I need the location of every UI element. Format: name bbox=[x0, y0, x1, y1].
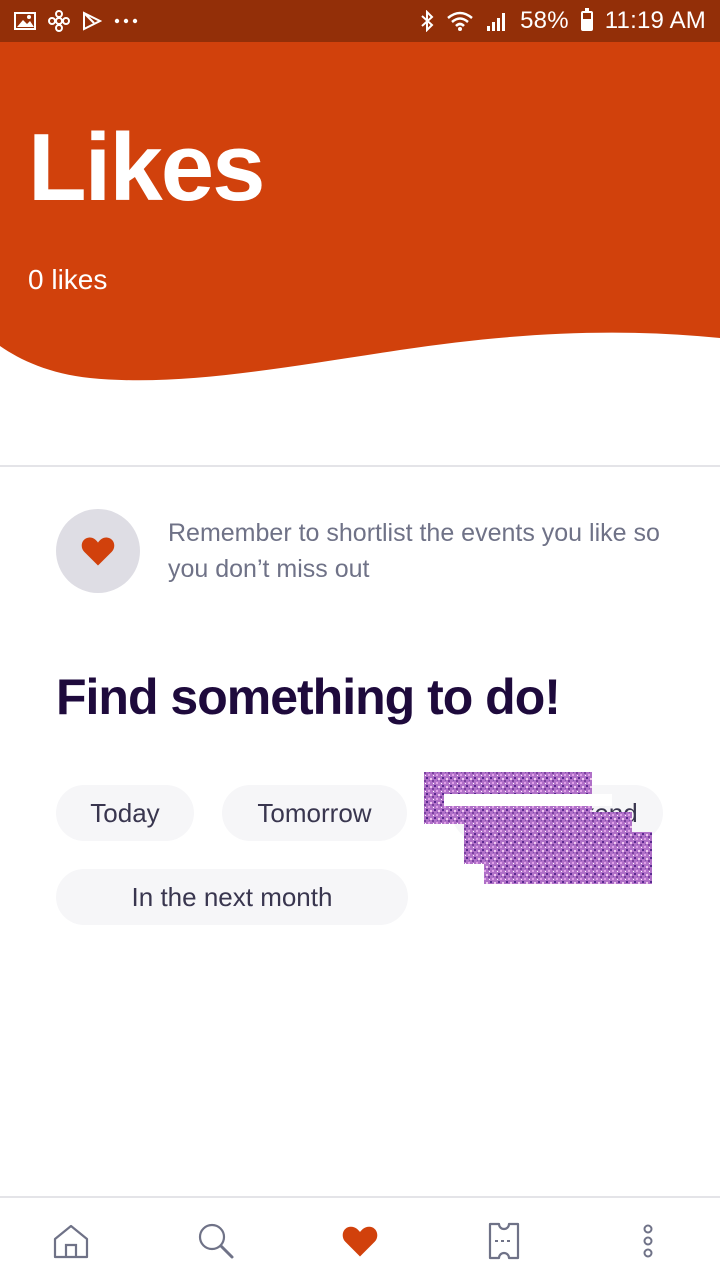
chip-next-month[interactable]: In the next month bbox=[56, 869, 408, 925]
section-title: Find something to do! bbox=[56, 669, 561, 725]
battery-percent: 58% bbox=[520, 7, 569, 34]
page-title: Likes bbox=[28, 114, 265, 221]
nav-home[interactable] bbox=[41, 1214, 101, 1268]
wifi-icon bbox=[446, 10, 474, 32]
home-icon bbox=[53, 1224, 89, 1259]
heart-icon bbox=[81, 537, 115, 566]
reminder-text: Remember to shortlist the events you lik… bbox=[168, 519, 660, 583]
likes-count: 0 likes bbox=[28, 264, 108, 295]
more-vertical-icon bbox=[643, 1224, 653, 1258]
status-time: 11:19 AM bbox=[604, 7, 706, 34]
nav-search[interactable] bbox=[186, 1214, 246, 1268]
bluetooth-icon bbox=[420, 10, 434, 32]
status-left bbox=[14, 10, 138, 32]
nav-likes[interactable] bbox=[330, 1214, 390, 1268]
search-icon bbox=[198, 1223, 234, 1259]
more-dots-icon bbox=[114, 18, 138, 24]
nav-tickets[interactable] bbox=[474, 1214, 534, 1268]
status-bar: 58% 11:19 AM bbox=[0, 0, 720, 42]
divider bbox=[0, 465, 720, 467]
shortlist-reminder: Remember to shortlist the events you lik… bbox=[56, 509, 676, 593]
heart-icon bbox=[342, 1226, 378, 1257]
battery-icon bbox=[580, 8, 593, 31]
fan-icon bbox=[48, 10, 70, 32]
nav-more[interactable] bbox=[618, 1214, 678, 1268]
redaction-overlay bbox=[424, 772, 652, 884]
bottom-nav bbox=[0, 1196, 720, 1280]
ticket-icon bbox=[488, 1222, 520, 1260]
heart-circle bbox=[56, 509, 140, 593]
chip-today[interactable]: Today bbox=[56, 785, 194, 841]
chip-tomorrow[interactable]: Tomorrow bbox=[222, 785, 407, 841]
likes-header: Likes 0 likes bbox=[0, 42, 720, 387]
status-right: 58% 11:19 AM bbox=[420, 7, 706, 35]
signal-icon bbox=[486, 10, 508, 32]
gallery-icon bbox=[14, 12, 36, 30]
play-store-icon bbox=[82, 11, 102, 31]
